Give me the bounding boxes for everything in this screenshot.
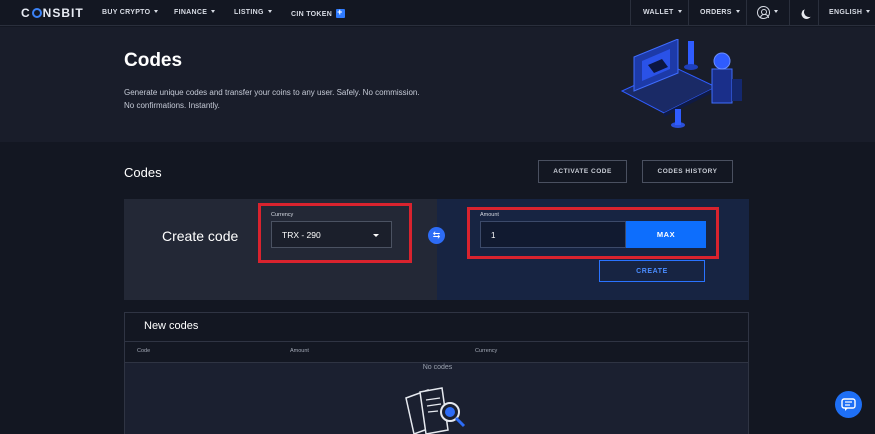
plus-badge-icon [336,7,346,18]
nav-buy-crypto[interactable]: BUY CRYPTO [102,9,159,16]
column-header-code: Code [137,348,151,354]
nav-divider [688,0,689,26]
chevron-down-icon [267,10,272,13]
top-navbar: C NSBIT BUY CRYPTO FINANCE LISTING CIN TO… [0,0,875,26]
moon-icon[interactable] [803,6,816,19]
chevron-down-icon [774,10,778,13]
codes-history-button[interactable]: CODES HISTORY [642,160,733,183]
chevron-down-icon [735,10,740,13]
column-header-currency: Currency [475,348,498,354]
user-account-icon[interactable] [757,6,770,19]
laptop-illustration [620,39,742,128]
column-header-amount: Amount [290,348,309,354]
language-selector[interactable]: ENGLISH [829,9,871,16]
swap-icon[interactable]: ⇆ [428,227,445,244]
nav-divider [630,0,631,26]
nav-cin-token[interactable]: CIN TOKEN [291,7,346,18]
empty-documents-icon [405,387,466,434]
activate-code-button[interactable]: ACTIVATE CODE [538,160,627,183]
amount-input[interactable]: 1 [480,221,626,248]
max-button[interactable]: MAX [626,221,706,248]
codes-section-title: Codes [124,165,162,180]
chat-bubble-icon [841,397,856,411]
chevron-down-icon [866,10,871,13]
nav-divider [818,0,819,26]
nav-finance[interactable]: FINANCE [174,9,216,16]
currency-label: Currency [271,212,294,218]
nav-listing[interactable]: LISTING [234,9,272,16]
page-title: Codes [124,50,183,71]
table-header [125,341,748,363]
nav-divider [746,0,747,26]
currency-select-value: TRX - 290 [282,230,321,240]
amount-input-value: 1 [491,231,496,240]
user-menu-caret[interactable] [770,9,778,16]
nav-divider [789,0,790,26]
hero-banner: Codes Generate unique codes and transfer… [0,27,875,142]
currency-select[interactable]: TRX - 290 [271,221,392,248]
nav-orders[interactable]: ORDERS [700,9,740,16]
amount-label: Amount [480,212,499,218]
create-code-title: Create code [162,228,239,244]
nav-wallet[interactable]: WALLET [643,9,682,16]
chevron-down-icon [373,234,379,237]
chevron-down-icon [211,10,216,13]
page-description: Generate unique codes and transfer your … [124,88,420,110]
coinsbit-logo[interactable]: C NSBIT [21,6,84,20]
create-button[interactable]: CREATE [599,260,705,282]
chevron-down-icon [677,10,682,13]
chat-support-icon[interactable] [835,391,862,418]
chevron-down-icon [154,10,159,13]
new-codes-title: New codes [144,320,199,332]
empty-state-text: No codes [422,364,453,371]
logo-o-icon [31,8,42,18]
